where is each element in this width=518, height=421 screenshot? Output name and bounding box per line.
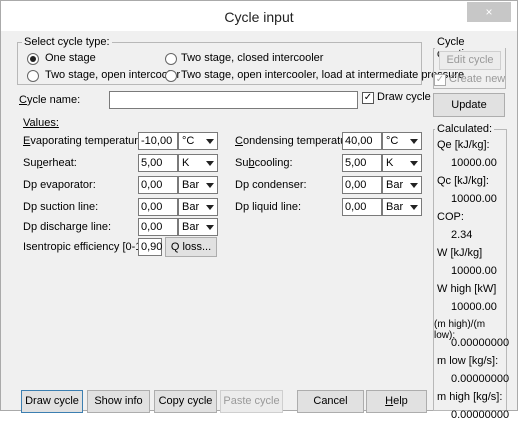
calculated-results: Qe [kJ/kg]: 10000.00 Qc [kJ/kg]: 10000.0… bbox=[433, 123, 510, 421]
checkbox-indicator[interactable]: ✓ bbox=[434, 74, 446, 86]
radio-indicator[interactable] bbox=[165, 70, 177, 82]
dp-condenser-label: Dp condenser: bbox=[235, 179, 307, 191]
dp-evaporator-unit-select[interactable]: Bar bbox=[178, 176, 218, 194]
checkbox-label: Create new bbox=[449, 73, 506, 85]
radio-indicator[interactable] bbox=[27, 70, 39, 82]
w-high-label: W high [kW] bbox=[437, 283, 497, 295]
checkbox-indicator[interactable]: ✓ bbox=[362, 92, 374, 104]
evaporating-temperature-input[interactable]: -10,00 bbox=[138, 132, 178, 150]
dp-condenser-unit-select[interactable]: Bar bbox=[382, 176, 422, 194]
dp-discharge-line-unit-select[interactable]: Bar bbox=[178, 218, 218, 236]
m-low-label: m low [kg/s]: bbox=[437, 355, 499, 367]
unit-value: Bar bbox=[386, 179, 404, 191]
dp-condenser-input[interactable]: 0,00 bbox=[342, 176, 382, 194]
unit-value: °C bbox=[386, 135, 399, 147]
superheat-input[interactable]: 5,00 bbox=[138, 154, 178, 172]
radio-indicator[interactable] bbox=[27, 53, 39, 65]
evaporating-temperature-label: Evaporating temperature: bbox=[23, 135, 148, 147]
window-title: Cycle input bbox=[224, 9, 294, 25]
evaporating-temperature-unit-select[interactable]: °C bbox=[178, 132, 218, 150]
unit-value: K bbox=[386, 157, 394, 169]
title-bar[interactable]: Cycle input × bbox=[1, 1, 517, 31]
values-heading: Values: bbox=[23, 117, 59, 129]
radio-label: One stage bbox=[45, 52, 96, 64]
update-button[interactable]: Update bbox=[433, 93, 505, 117]
w-value: 10000.00 bbox=[451, 265, 497, 277]
dp-discharge-line-input[interactable]: 0,00 bbox=[138, 218, 178, 236]
unit-value: °C bbox=[182, 135, 195, 147]
condensing-temperature-input[interactable]: 40,00 bbox=[342, 132, 382, 150]
cycle-name-label: Cycle name: bbox=[19, 94, 81, 106]
dp-liquid-line-label: Dp liquid line: bbox=[235, 201, 302, 213]
edit-cycle-button[interactable]: Edit cycle bbox=[439, 51, 501, 70]
superheat-unit-select[interactable]: K bbox=[178, 154, 218, 172]
dp-suction-line-input[interactable]: 0,00 bbox=[138, 198, 178, 216]
chevron-down-icon bbox=[206, 139, 214, 144]
condensing-temperature-label: Condensing temperature: bbox=[235, 135, 360, 147]
subcooling-unit-select[interactable]: K bbox=[382, 154, 422, 172]
unit-value: Bar bbox=[386, 201, 404, 213]
q-loss-button[interactable]: Q loss... bbox=[165, 237, 217, 257]
chevron-down-icon bbox=[410, 183, 418, 188]
isentropic-efficiency-label: Isentropic efficiency [0-1]: bbox=[23, 241, 148, 253]
unit-value: Bar bbox=[182, 179, 200, 191]
superheat-label: Superheat: bbox=[23, 157, 77, 169]
m-high-label: m high [kg/s]: bbox=[437, 391, 503, 403]
close-icon: × bbox=[485, 5, 493, 19]
subcooling-input[interactable]: 5,00 bbox=[342, 154, 382, 172]
chevron-down-icon bbox=[206, 225, 214, 230]
qe-label: Qe [kJ/kg]: bbox=[437, 139, 490, 151]
chevron-down-icon bbox=[410, 205, 418, 210]
subcooling-label: Subcooling: bbox=[235, 157, 293, 169]
isentropic-efficiency-input[interactable]: 0,90 bbox=[138, 238, 162, 256]
unit-value: Bar bbox=[182, 201, 200, 213]
chevron-down-icon bbox=[206, 183, 214, 188]
m-low-value: 0.00000000 bbox=[451, 373, 510, 385]
draw-cycle-button[interactable]: Draw cycle bbox=[21, 390, 83, 413]
radio-label: Two stage, open intercooler bbox=[45, 69, 181, 81]
cop-value: 2.34 bbox=[451, 229, 473, 241]
copy-cycle-button[interactable]: Copy cycle bbox=[154, 390, 217, 413]
unit-value: K bbox=[182, 157, 190, 169]
dp-discharge-line-label: Dp discharge line: bbox=[23, 221, 112, 233]
radio-label: Two stage, open intercooler, load at int… bbox=[181, 69, 465, 81]
w-label: W [kJ/kg] bbox=[437, 247, 483, 259]
help-button[interactable]: Help bbox=[366, 390, 427, 413]
cycle-name-input[interactable] bbox=[109, 91, 358, 109]
show-info-button[interactable]: Show info bbox=[87, 390, 150, 413]
close-button[interactable]: × bbox=[467, 2, 511, 22]
chevron-down-icon bbox=[410, 161, 418, 166]
cycle-type-legend: Select cycle type: bbox=[24, 36, 110, 48]
chevron-down-icon bbox=[206, 161, 214, 166]
chevron-down-icon bbox=[410, 139, 418, 144]
dp-liquid-line-input[interactable]: 0,00 bbox=[342, 198, 382, 216]
condensing-temperature-unit-select[interactable]: °C bbox=[382, 132, 422, 150]
qc-label: Qc [kJ/kg]: bbox=[437, 175, 489, 187]
w-high-value: 10000.00 bbox=[451, 301, 497, 313]
radio-label: Two stage, closed intercooler bbox=[181, 52, 324, 64]
cycle-input-window: Cycle input × Select cycle type: One sta… bbox=[0, 0, 518, 421]
mass-ratio-value: 0.00000000 bbox=[451, 337, 510, 349]
dp-suction-line-unit-select[interactable]: Bar bbox=[178, 198, 218, 216]
radio-indicator[interactable] bbox=[165, 53, 177, 65]
checkbox-label: Draw cycle bbox=[377, 91, 431, 103]
dp-suction-line-label: Dp suction line: bbox=[23, 201, 99, 213]
unit-value: Bar bbox=[182, 221, 200, 233]
paste-cycle-button[interactable]: Paste cycle bbox=[220, 390, 283, 413]
qc-value: 10000.00 bbox=[451, 193, 497, 205]
cancel-button[interactable]: Cancel bbox=[297, 390, 364, 413]
dp-evaporator-label: Dp evaporator: bbox=[23, 179, 96, 191]
qe-value: 10000.00 bbox=[451, 157, 497, 169]
cop-label: COP: bbox=[437, 211, 464, 223]
chevron-down-icon bbox=[206, 205, 214, 210]
dp-evaporator-input[interactable]: 0,00 bbox=[138, 176, 178, 194]
dp-liquid-line-unit-select[interactable]: Bar bbox=[382, 198, 422, 216]
